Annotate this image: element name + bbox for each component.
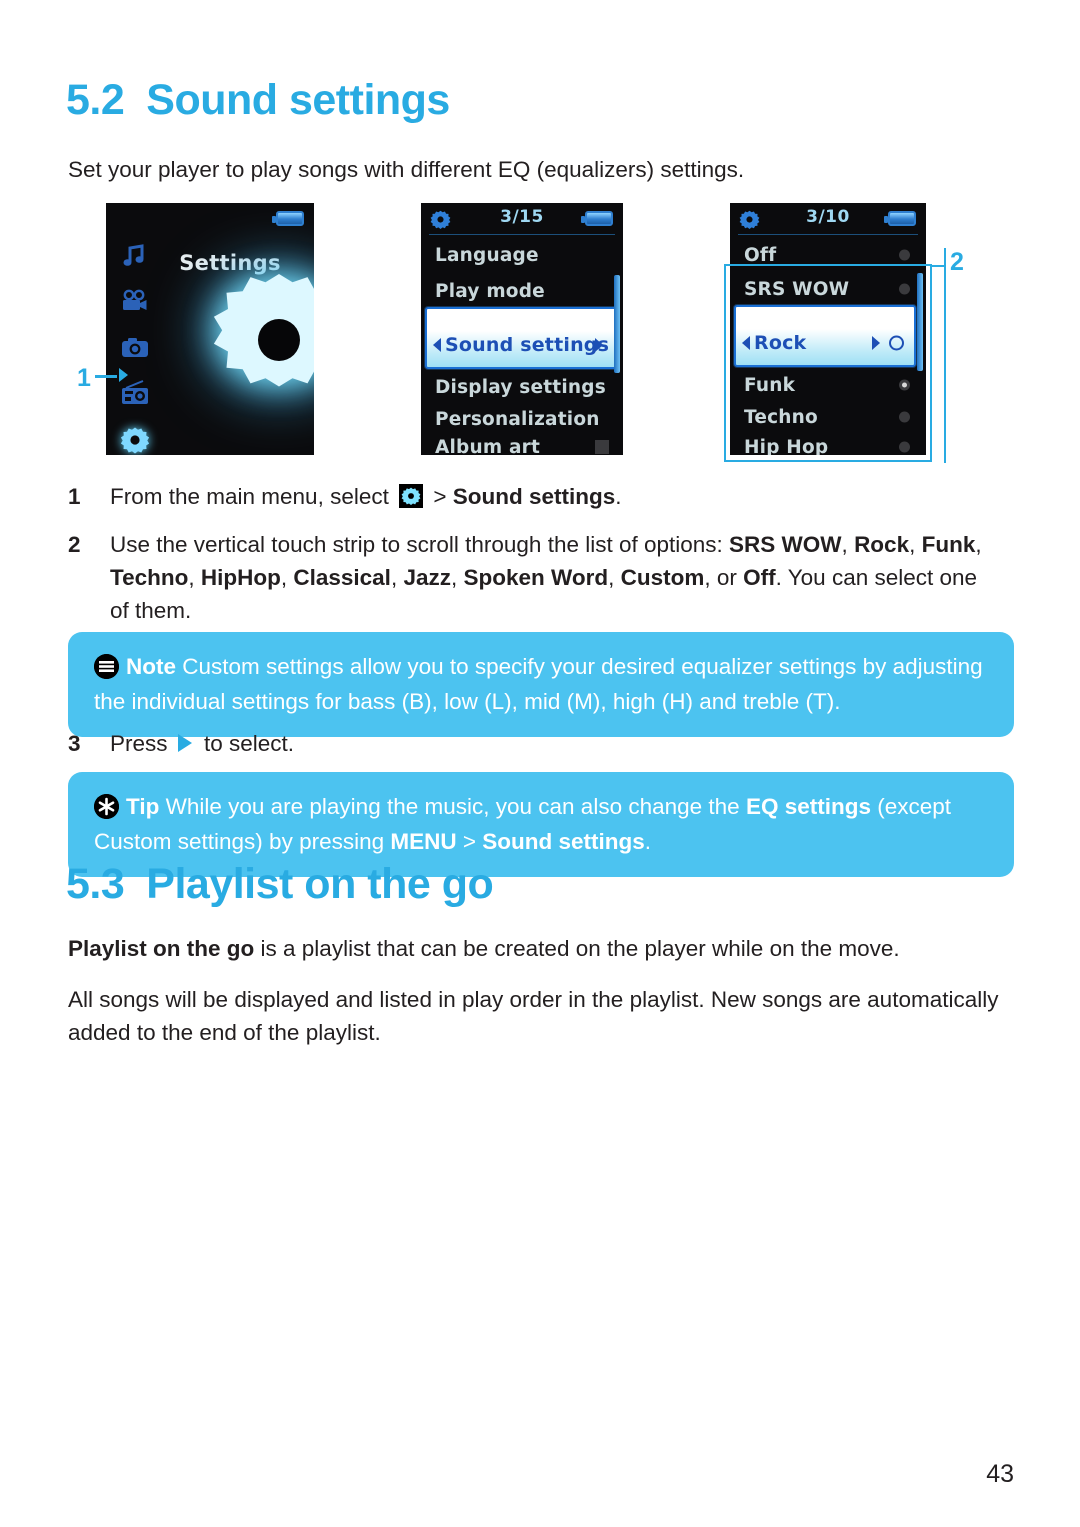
- chevron-right-icon: [595, 338, 603, 352]
- step-2: 2 Use the vertical touch strip to scroll…: [68, 528, 988, 627]
- section-intro-5-2: Set your player to play songs with diffe…: [68, 157, 745, 182]
- main-menu-icon-column: [120, 241, 154, 455]
- tip-text-3: >: [456, 829, 483, 854]
- step-text: Press to select.: [110, 731, 295, 756]
- step-1: 1 From the main menu, select > Sound set…: [68, 480, 988, 513]
- annotation-box-2: [724, 264, 932, 462]
- step-3: 3 Press to select.: [68, 727, 988, 760]
- radio-indicator: [899, 249, 910, 261]
- tip-text-1: While you are playing the music, you can…: [159, 794, 746, 819]
- tip-bold-3: Sound settings: [482, 829, 645, 854]
- chevron-left-icon: [433, 338, 441, 352]
- list-item-label: Off: [744, 244, 777, 266]
- list-item[interactable]: Display settings: [421, 371, 623, 403]
- video-camera-icon[interactable]: [120, 287, 154, 321]
- tip-text-4: .: [644, 829, 652, 854]
- list-item-label: Sound settings: [445, 334, 610, 356]
- page-title-5-3: 5.3 Playlist on the go: [66, 860, 494, 909]
- section-number-5-3: 5.3: [66, 860, 125, 908]
- tip-bold-1: EQ settings: [745, 794, 871, 819]
- battery-icon: [272, 211, 304, 226]
- annotation-arrow-1: [119, 368, 128, 382]
- device-screen-settings-menu: 3/15 Language Play mode Sound settings D…: [421, 203, 623, 455]
- annotation-leader-2-vertical: [944, 248, 946, 463]
- play-triangle-icon: [177, 734, 192, 752]
- section-5-3-paragraph-2: All songs will be displayed and listed i…: [68, 987, 999, 1045]
- list-item[interactable]: Album art: [421, 431, 623, 455]
- device1-status-bar: [106, 203, 314, 235]
- list-item-label: Album art: [435, 436, 541, 456]
- page-number: 43: [986, 1460, 1014, 1488]
- page-title-5-2: 5.2 Sound settings: [66, 76, 450, 125]
- battery-icon: [581, 211, 613, 226]
- tip-bold-2: MENU: [390, 829, 457, 854]
- note-text: Custom settings allow you to specify you…: [94, 654, 983, 714]
- note-lead: Note: [126, 654, 176, 679]
- manual-page: 5.2 Sound settings Set your player to pla…: [0, 0, 1080, 1527]
- section-number-5-2: 5.2: [66, 76, 125, 124]
- device2-status-divider: [429, 234, 615, 235]
- section-title-5-2: Sound settings: [146, 76, 450, 124]
- list-item[interactable]: Play mode: [421, 275, 623, 307]
- device2-status-bar: 3/15: [421, 203, 623, 235]
- annotation-label-2: 2: [950, 248, 964, 276]
- list-item[interactable]: Language: [421, 239, 623, 271]
- note-callout: Note Custom settings allow you to specif…: [68, 632, 1014, 737]
- annotation-label-1: 1: [77, 364, 91, 392]
- step-number: 2: [68, 532, 81, 557]
- list-item-label: Language: [435, 244, 539, 266]
- tip-star-icon: [94, 794, 119, 819]
- album-art-thumb: [595, 440, 609, 454]
- sidebar-item-settings[interactable]: [120, 425, 154, 455]
- annotation-leader-1: [95, 375, 117, 378]
- camera-icon[interactable]: [120, 333, 154, 367]
- gear-icon: [399, 484, 424, 508]
- tip-lead: Tip: [126, 794, 160, 819]
- list-item-label: Play mode: [435, 280, 545, 302]
- step-text: From the main menu, select > Sound setti…: [110, 484, 622, 509]
- section-title-5-3: Playlist on the go: [146, 860, 494, 908]
- list-item-selected[interactable]: Sound settings: [425, 307, 617, 369]
- list-item-label: Display settings: [435, 376, 606, 398]
- settings-gear-glyph: [204, 265, 314, 415]
- battery-icon: [884, 211, 916, 226]
- step-text: Use the vertical touch strip to scroll t…: [110, 532, 982, 623]
- note-icon: [94, 654, 119, 679]
- playlist-bold-term: Playlist on the go: [68, 936, 255, 961]
- step-number: 1: [68, 484, 81, 509]
- step-1-bold: Sound settings: [452, 484, 616, 509]
- radio-icon[interactable]: [120, 379, 154, 413]
- music-note-icon[interactable]: [120, 241, 154, 275]
- step-number: 3: [68, 731, 81, 756]
- device3-status-bar: 3/10: [730, 203, 926, 235]
- section-5-3-paragraph-1: Playlist on the go is a playlist that ca…: [68, 936, 900, 961]
- device3-status-divider: [738, 234, 918, 235]
- list-item-label: Personalization: [435, 408, 600, 430]
- device-screen-main-menu: Settings: [106, 203, 314, 455]
- scrollbar[interactable]: [614, 275, 620, 373]
